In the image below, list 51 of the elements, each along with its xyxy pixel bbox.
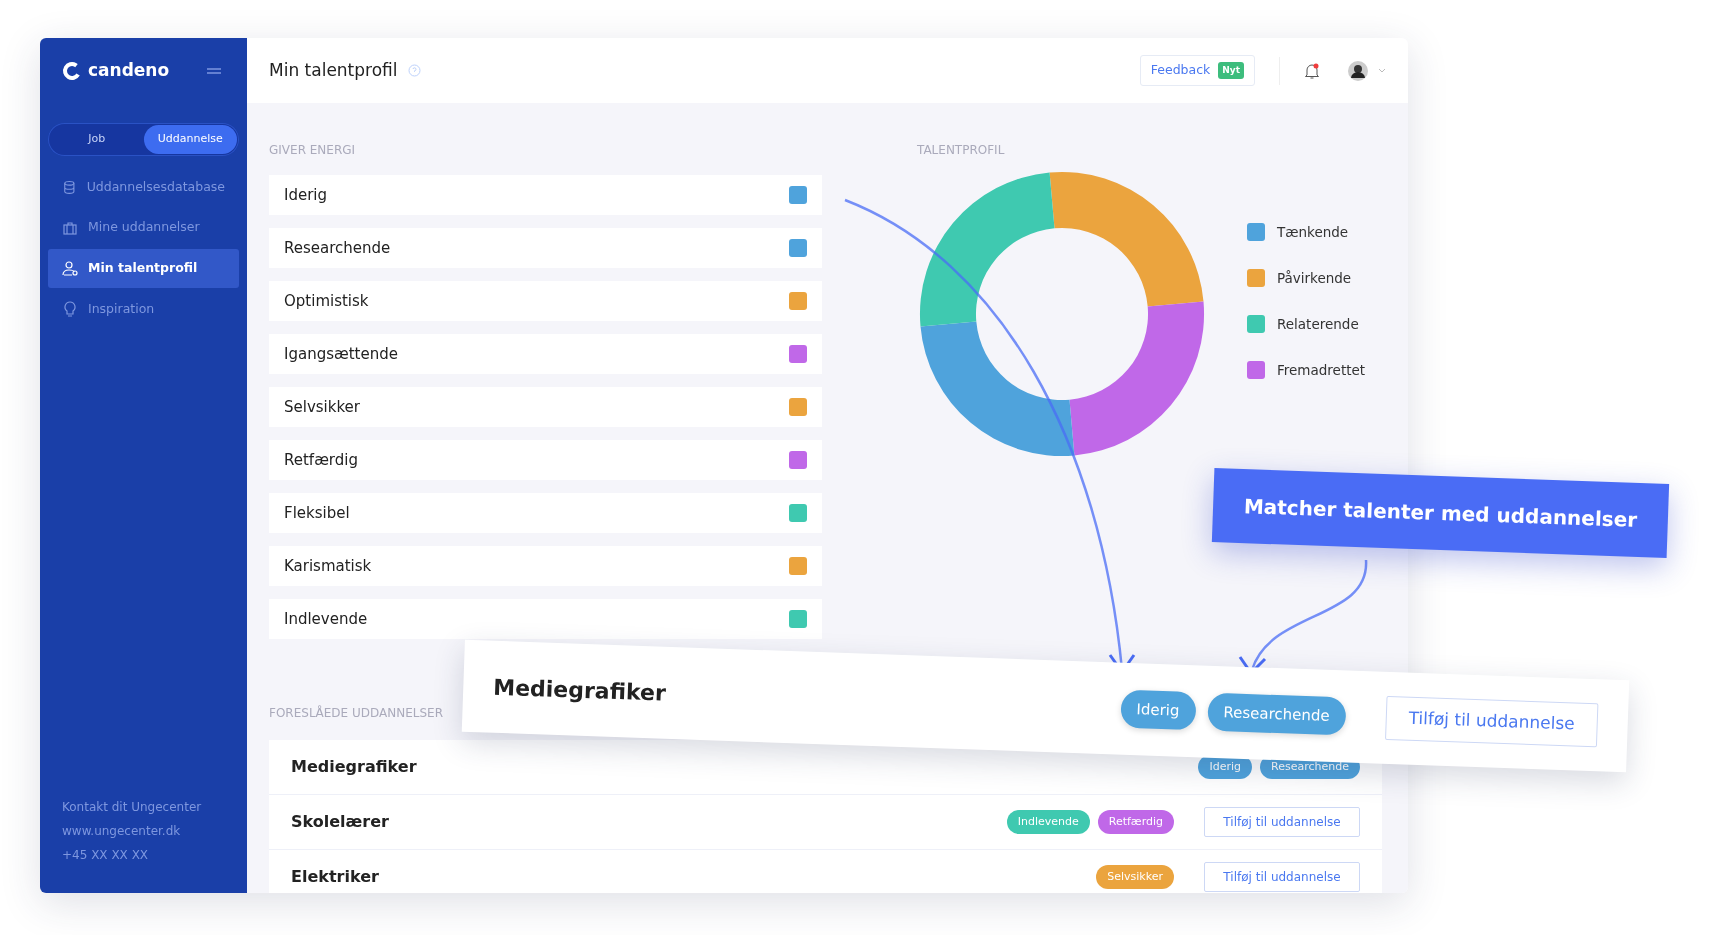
tag-chip: Indlevende: [1006, 809, 1090, 835]
legend-label: Påvirkende: [1277, 268, 1352, 288]
user-icon: [62, 260, 78, 277]
add-button[interactable]: Tilføj til uddannelse: [1384, 696, 1599, 747]
trait-label: Researchende: [284, 237, 391, 259]
add-button[interactable]: Tilføj til uddannelse: [1204, 862, 1360, 892]
help-icon[interactable]: [407, 64, 421, 77]
trait-label: Indlevende: [284, 608, 368, 630]
tag-chip: Selvsikker: [1096, 864, 1174, 890]
trait-label: Igangsættende: [284, 343, 398, 365]
contact-text: +45 XX XX XX: [62, 847, 150, 864]
caret-icon[interactable]: [1378, 68, 1386, 73]
bell-icon[interactable]: [1304, 61, 1320, 80]
sidebar-item[interactable]: Uddannelsesdatabase: [48, 167, 239, 207]
contact-text: www.ungecenter.dk: [62, 823, 182, 840]
page-title: Min talentprofil: [269, 60, 398, 81]
toggle-tab[interactable]: Job: [50, 125, 144, 154]
education-name: Mediegrafiker: [492, 673, 668, 708]
callout-banner: Matcher talenter med uddannelser: [1211, 468, 1670, 558]
toggle-tab[interactable]: Uddannelse: [143, 125, 237, 154]
section-heading: GIVER ENERGI: [269, 142, 357, 159]
tag-chip: Iderig: [1119, 689, 1197, 731]
education-name: Mediegrafiker: [291, 756, 418, 778]
database-icon: [62, 178, 77, 195]
add-button[interactable]: Tilføj til uddannelse: [1204, 807, 1360, 837]
trait-label: Iderig: [284, 184, 328, 206]
tag-chip: Retfærdig: [1097, 809, 1174, 835]
legend-label: Relaterende: [1277, 315, 1359, 334]
tag-chip: Researchende: [1206, 692, 1347, 736]
legend-label: Tænkende: [1277, 222, 1349, 242]
contact-text: Kontakt dit Ungecenter: [62, 799, 203, 816]
briefcase-icon: [62, 219, 78, 236]
trait-label: Fleksibel: [284, 502, 350, 524]
feedback-button[interactable]: Feedback Nyt: [1139, 55, 1255, 86]
trait-label: Selvsikker: [284, 396, 360, 418]
sidebar-item[interactable]: Inspiration: [48, 289, 239, 329]
new-badge: Nyt: [1218, 61, 1244, 80]
logo: candeno: [62, 57, 170, 84]
trait-label: Optimistisk: [284, 290, 369, 312]
lightbulb-icon: [62, 301, 78, 318]
sidebar-item[interactable]: Mine uddannelser: [48, 208, 239, 247]
education-name: Elektriker: [291, 866, 380, 888]
menu-icon[interactable]: [207, 67, 221, 74]
legend-label: Fremadrettet: [1277, 361, 1366, 381]
trait-label: Retfærdig: [284, 449, 358, 471]
section-heading: TALENTPROFIL: [917, 142, 1006, 159]
education-name: Skolelærer: [291, 811, 390, 833]
section-heading: FORESLÅEDE UDDANNELSER: [269, 706, 444, 720]
trait-label: Karismatisk: [284, 555, 372, 577]
sidebar-item[interactable]: Min talentprofil: [48, 249, 239, 288]
avatar-icon[interactable]: [1348, 60, 1368, 81]
